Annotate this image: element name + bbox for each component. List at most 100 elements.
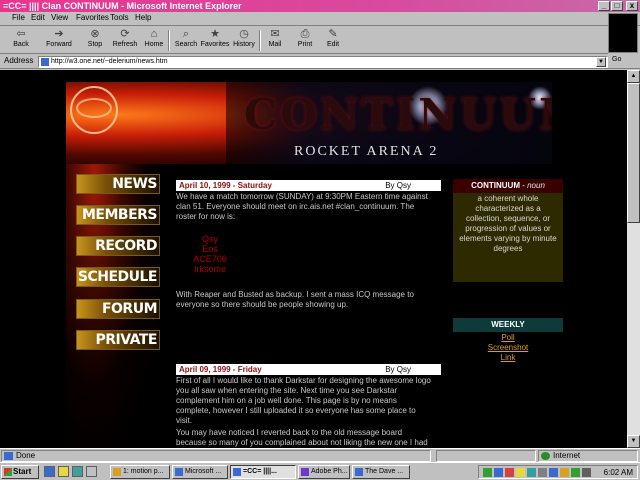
post-date: April 10, 1999 - Saturday <box>179 181 272 190</box>
menu-favorites[interactable]: Favorites <box>76 13 109 22</box>
roster-player: ACE706 <box>193 254 227 264</box>
tray-icon[interactable] <box>538 468 547 477</box>
menu-tools[interactable]: Tools <box>110 13 129 22</box>
speaker-icon[interactable] <box>582 468 591 477</box>
nav-label: RECORD <box>95 238 157 254</box>
page-icon <box>41 58 49 66</box>
refresh-button[interactable]: ⟳ Refresh <box>110 28 140 53</box>
forward-label: Forward <box>46 41 72 48</box>
scroll-down-button[interactable]: ▼ <box>627 435 640 448</box>
vertical-scrollbar[interactable]: ▲ ▼ <box>627 70 640 448</box>
favorites-button[interactable]: ★ Favorites <box>200 28 230 53</box>
page-done-icon <box>4 452 13 460</box>
favorites-icon: ★ <box>210 28 220 40</box>
nav-record[interactable]: RECORD <box>76 236 160 256</box>
task-label: Adobe Ph... <box>311 468 348 475</box>
back-button[interactable]: ⇦ Back <box>4 28 38 53</box>
address-dropdown-button[interactable]: ▼ <box>596 57 606 67</box>
photoshop-icon <box>301 468 309 476</box>
post-author: By Qsy <box>385 181 411 190</box>
tray-icon[interactable] <box>505 468 514 477</box>
edit-button[interactable]: ✎ Edit <box>320 28 346 53</box>
ie-icon <box>233 468 241 476</box>
task-label: =CC= ||||... <box>243 468 277 475</box>
task-label: 1: motion p... <box>123 468 164 475</box>
stop-icon: ⊗ <box>90 28 100 40</box>
post-footer: With Reaper and Busted as backup. I sent… <box>176 290 414 309</box>
weekly-screenshot-link[interactable]: Screenshot <box>453 343 563 353</box>
nav-private[interactable]: PRIVATE <box>76 330 160 350</box>
nav-label: SCHEDULE <box>77 269 158 285</box>
task-button-photoshop[interactable]: Adobe Ph... <box>298 465 350 479</box>
print-label: Print <box>297 41 313 48</box>
task-button-dave[interactable]: The Dave ... <box>352 465 410 479</box>
address-input[interactable]: http://w3.one.net/~delerium/news.htm <box>38 56 608 68</box>
definition-header: CONTINUUM - noun <box>453 179 563 193</box>
app-icon <box>175 468 183 476</box>
menu-help[interactable]: Help <box>135 13 151 22</box>
tray-icon[interactable] <box>549 468 558 477</box>
definition-word: CONTINUUM <box>471 181 520 190</box>
weekly-poll-link[interactable]: Poll <box>453 333 563 343</box>
tray-icon[interactable] <box>527 468 536 477</box>
maximize-button[interactable]: □ <box>611 1 623 11</box>
tray-icon[interactable] <box>560 468 569 477</box>
site-banner: CONTINUUM ROCKET ARENA 2 <box>66 82 552 164</box>
roster-list: Qsy Eos ACE706 Irksome <box>190 234 230 274</box>
history-button[interactable]: ◷ History <box>230 28 258 53</box>
status-progress <box>436 450 536 462</box>
task-label: Microsoft ... <box>185 468 222 475</box>
print-button[interactable]: ⎙ Print <box>292 28 318 53</box>
start-label: Start <box>13 467 32 476</box>
mail-button[interactable]: ✉ Mail <box>262 28 288 53</box>
task-label: The Dave ... <box>365 468 404 475</box>
nav-label: FORUM <box>101 301 158 317</box>
status-bar: Done Internet <box>0 448 640 462</box>
nav-sidebar: NEWS MEMBERS RECORD SCHEDULE FORUM PRIVA… <box>66 164 160 448</box>
nav-forum[interactable]: FORUM <box>76 299 160 319</box>
search-button[interactable]: ⌕ Search <box>172 28 200 53</box>
app-icon <box>113 468 121 476</box>
search-label: Search <box>174 41 198 48</box>
post-body: First of all I would like to thank Darks… <box>176 376 431 425</box>
scroll-thumb[interactable] <box>627 83 640 223</box>
menu-file[interactable]: File <box>12 13 25 22</box>
nav-schedule[interactable]: SCHEDULE <box>76 267 160 287</box>
tray-icon[interactable] <box>516 468 525 477</box>
go-button[interactable]: Go <box>612 56 621 63</box>
nav-members[interactable]: MEMBERS <box>76 205 160 225</box>
favorites-label: Favorites <box>200 41 230 48</box>
close-button[interactable]: x <box>626 1 638 11</box>
window-title-bar[interactable]: =CC= |||| Clan CONTINUUM - Microsoft Int… <box>0 0 640 12</box>
post-date: April 09, 1999 - Friday <box>179 365 262 374</box>
home-button[interactable]: ⌂ Home <box>140 28 168 53</box>
task-button-motion[interactable]: 1: motion p... <box>110 465 170 479</box>
task-button-microsoft[interactable]: Microsoft ... <box>172 465 228 479</box>
channels-quicklaunch-icon[interactable] <box>86 466 97 477</box>
nav-news[interactable]: NEWS <box>76 174 160 194</box>
task-button-continuum[interactable]: =CC= ||||... <box>230 465 296 479</box>
weekly-link-link[interactable]: Link <box>453 353 563 363</box>
start-button[interactable]: Start <box>1 465 39 479</box>
desktop-quicklaunch-icon[interactable] <box>72 466 83 477</box>
scroll-up-button[interactable]: ▲ <box>627 70 640 83</box>
tray-icon[interactable] <box>483 468 492 477</box>
menu-edit[interactable]: Edit <box>31 13 45 22</box>
refresh-label: Refresh <box>112 41 138 48</box>
ie-quicklaunch-icon[interactable] <box>44 466 55 477</box>
home-icon: ⌂ <box>150 28 158 40</box>
minimize-button[interactable]: _ <box>598 1 610 11</box>
tray-icon[interactable] <box>571 468 580 477</box>
taskbar-clock[interactable]: 6:02 AM <box>604 467 633 478</box>
outlook-quicklaunch-icon[interactable] <box>58 466 69 477</box>
tray-icon[interactable] <box>494 468 503 477</box>
forward-button[interactable]: ➔ Forward <box>42 28 76 53</box>
page-viewport: CONTINUUM ROCKET ARENA 2 NEWS MEMBERS RE… <box>0 70 627 448</box>
post-author: By Qsy <box>385 365 411 374</box>
windows-logo-icon <box>4 468 12 476</box>
zone-text: Internet <box>553 451 581 460</box>
menu-view[interactable]: View <box>51 13 68 22</box>
post-body: We have a match tomorrow (SUNDAY) at 9:3… <box>176 192 428 221</box>
stop-button[interactable]: ⊗ Stop <box>82 28 108 53</box>
definition-box: CONTINUUM - noun a coherent whole charac… <box>453 179 563 282</box>
